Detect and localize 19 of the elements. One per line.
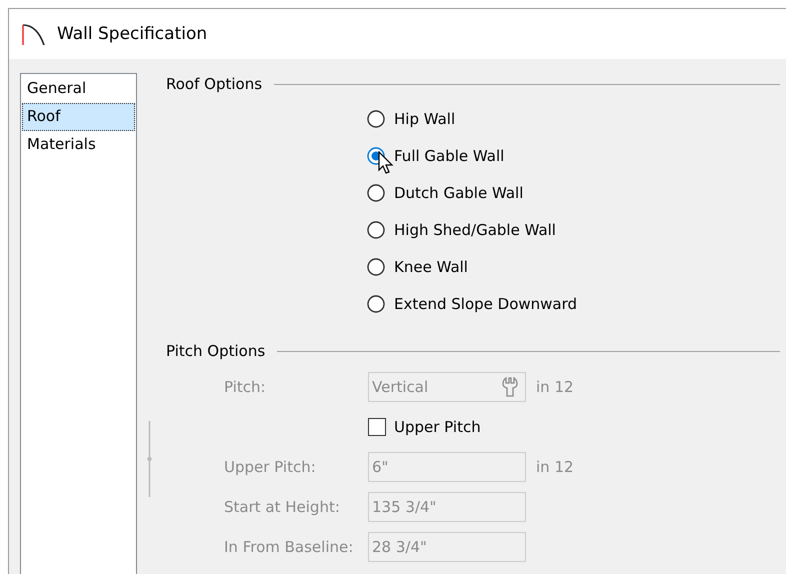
group-title: Roof Options	[166, 75, 262, 93]
radio-label[interactable]: Hip Wall	[394, 110, 456, 128]
field-label: Pitch:	[224, 378, 267, 396]
unit-label: in 12	[536, 458, 574, 476]
checkbox-label[interactable]: Upper Pitch	[394, 418, 481, 436]
group-title: Pitch Options	[166, 342, 266, 360]
window-title: Wall Specification	[57, 24, 208, 44]
radio-label[interactable]: Dutch Gable Wall	[394, 184, 524, 202]
field-label: In From Baseline:	[224, 538, 354, 556]
radio-label[interactable]: High Shed/Gable Wall	[394, 220, 556, 238]
sidebar-item[interactable]: General	[22, 75, 135, 103]
sidebar-item[interactable]: Materials	[22, 131, 135, 159]
radio-label[interactable]: Knee Wall	[394, 258, 468, 276]
radio-label[interactable]: Full Gable Wall	[394, 146, 504, 164]
unit-label: in 12	[536, 378, 574, 396]
field-label: Start at Height:	[224, 498, 341, 516]
field-label: Upper Pitch:	[224, 458, 317, 476]
radio-label[interactable]: Extend Slope Downward	[394, 294, 578, 312]
sidebar-item[interactable]: Roof	[22, 103, 135, 131]
